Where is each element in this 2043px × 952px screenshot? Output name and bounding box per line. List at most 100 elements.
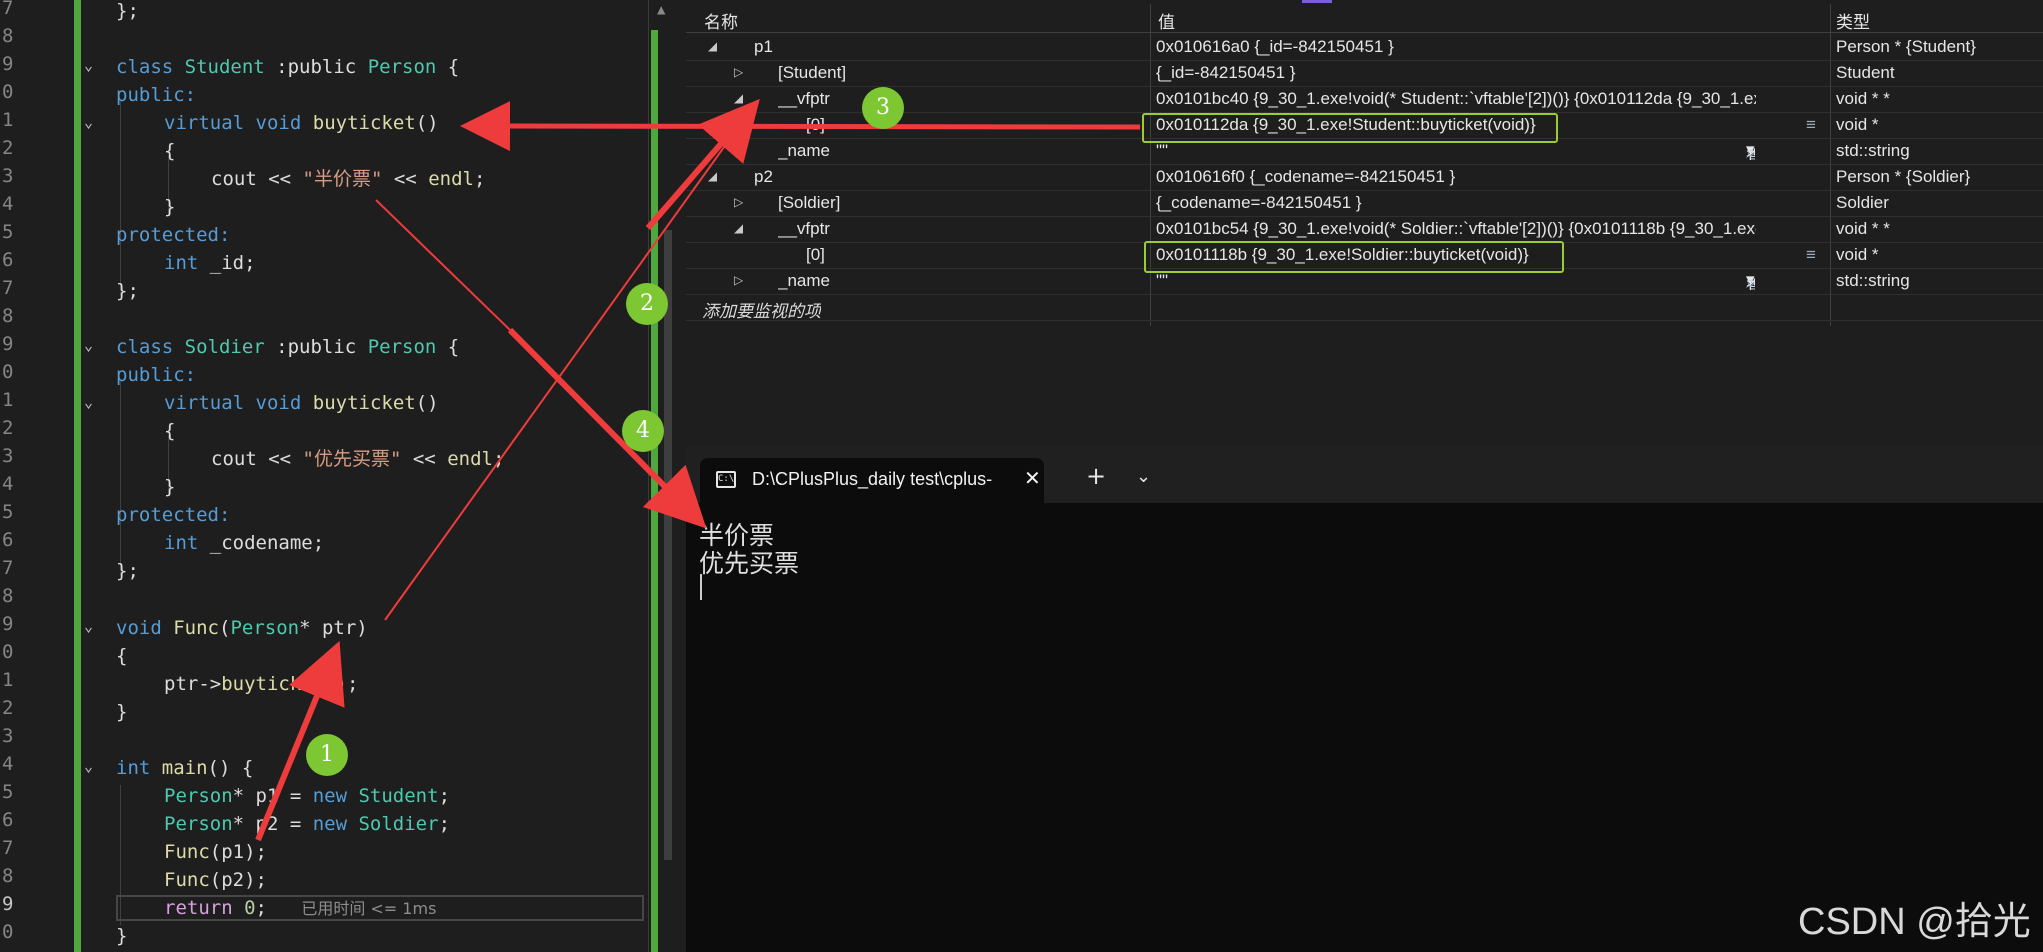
watch-row-value[interactable]: 0x010616f0 {_codename=-842150451 } — [1156, 167, 1756, 187]
watch-window[interactable]: 名称 值 类型 ◢ p1 0x010616a0 {_id=-842150451 … — [686, 0, 2043, 440]
watch-row-type: void * * — [1836, 89, 1890, 108]
watch-row-value[interactable]: 0x010616a0 {_id=-842150451 } — [1156, 37, 1756, 57]
watch-row-type: Person * {Soldier} — [1836, 167, 1971, 186]
view-button[interactable]: ⌕查看 ▾ — [1746, 140, 1755, 160]
fold-chevron-icon[interactable]: ⌄ — [84, 56, 93, 74]
terminal-window[interactable]: C:\ D:\CPlusPlus_daily test\cplus- ✕ + ⌄… — [686, 446, 2043, 952]
watch-header: 名称 值 类型 — [686, 4, 2043, 33]
code-line: } — [116, 925, 128, 947]
watch-row-value[interactable]: "" — [1156, 271, 1756, 291]
watch-row-name: [0] — [806, 245, 825, 264]
watch-row-name: [Soldier] — [778, 193, 841, 212]
watch-row-p2[interactable]: ◢ p2 0x010616f0 {_codename=-842150451 } … — [686, 164, 2043, 191]
line-number: 9 — [2, 53, 14, 75]
code-line-soldier-buyticket: virtual void buyticket() — [164, 392, 439, 414]
annotation-badge-3: 3 — [862, 87, 904, 129]
watch-add-row[interactable]: 添加要监视的项 — [686, 294, 2043, 321]
line-number: 7 — [2, 0, 14, 19]
collapse-arrow-icon[interactable]: ◢ — [734, 91, 743, 105]
line-number: 1 — [2, 389, 14, 411]
collapse-arrow-icon[interactable]: ◢ — [708, 39, 717, 53]
code-line-cout-soldier: cout << "优先买票" << endl; — [211, 448, 505, 470]
fold-chevron-icon[interactable]: ⌄ — [84, 336, 93, 354]
line-number: 6 — [2, 249, 14, 271]
column-header-value[interactable]: 值 — [1158, 8, 1175, 33]
watch-row-type: void * * — [1836, 219, 1890, 238]
watch-row-value[interactable]: 0x0101bc54 {9_30_1.exe!void(* Soldier::`… — [1156, 219, 1756, 239]
line-number: 4 — [2, 473, 14, 495]
add-watch-item[interactable]: 添加要监视的项 — [702, 297, 821, 322]
line-number: 7 — [2, 837, 14, 859]
watch-row-type: Student — [1836, 63, 1895, 82]
code-line-return: return 0; 已用时间 <= 1ms — [164, 897, 437, 919]
collapse-arrow-icon[interactable]: ◢ — [734, 221, 743, 235]
chevron-down-icon[interactable]: ⌄ — [1136, 466, 1151, 487]
code-line-student-buyticket: virtual void buyticket() — [164, 112, 439, 134]
scrollbar-thumb[interactable] — [664, 230, 672, 860]
watch-row-name-student[interactable]: ▷ _name "" ⌕查看 ▾ std::string — [686, 138, 2043, 165]
watch-row-name: p1 — [754, 37, 773, 56]
line-number: 2 — [2, 137, 14, 159]
watch-row-value[interactable]: "" — [1156, 141, 1756, 161]
line-number: 8 — [2, 25, 14, 47]
code-editor[interactable]: 7 8 9 0 1 2 3 4 5 6 7 8 9 0 1 2 3 4 5 6 7 8 9 0 1 2 3 4 5 6 7 8 9 0 ⌄ ⌄ ⌄… — [0, 0, 648, 952]
indent-guide — [120, 380, 121, 575]
code-line: protected: — [116, 224, 231, 246]
change-indicator-bar — [74, 0, 81, 952]
line-number: 5 — [2, 221, 14, 243]
code-line-func-call: ptr->buyticket(); — [164, 673, 359, 695]
line-number: 4 — [2, 193, 14, 215]
column-header-name[interactable]: 名称 — [704, 8, 738, 33]
watch-row-type: std::string — [1836, 141, 1910, 160]
code-line: }; — [116, 560, 139, 582]
watch-row-name: [0] — [806, 115, 825, 134]
annotation-badge-2: 2 — [626, 283, 668, 325]
line-number: 4 — [2, 753, 14, 775]
line-number: 8 — [2, 865, 14, 887]
fold-chevron-icon[interactable]: ⌄ — [84, 393, 93, 411]
fold-chevron-icon[interactable]: ⌄ — [84, 113, 93, 131]
watch-row-p1[interactable]: ◢ p1 0x010616a0 {_id=-842150451 } Person… — [686, 34, 2043, 61]
watch-row-value[interactable]: 0x0101bc40 {9_30_1.exe!void(* Student::`… — [1156, 89, 1756, 109]
watch-row-student[interactable]: ▷ [Student] {_id=-842150451 } Student — [686, 60, 2043, 87]
line-number: 7 — [2, 557, 14, 579]
fold-chevron-icon[interactable]: ⌄ — [84, 617, 93, 635]
terminal-tab[interactable]: C:\ D:\CPlusPlus_daily test\cplus- ✕ — [700, 458, 1044, 503]
expand-arrow-icon[interactable]: ▷ — [734, 65, 743, 79]
expand-arrow-icon[interactable]: ▷ — [734, 143, 743, 157]
format-options-icon[interactable]: ≡ — [1806, 115, 1816, 135]
line-number: 0 — [2, 361, 14, 383]
scroll-up-icon[interactable]: ▲ — [657, 2, 665, 18]
code-line: { — [164, 140, 176, 162]
close-tab-icon[interactable]: ✕ — [1024, 466, 1041, 490]
watch-row-name: p2 — [754, 167, 773, 186]
expand-arrow-icon[interactable]: ▷ — [734, 273, 743, 287]
watch-row-name: _name — [778, 141, 830, 160]
column-header-type[interactable]: 类型 — [1836, 8, 1870, 33]
expand-arrow-icon[interactable]: ▷ — [734, 195, 743, 209]
line-number: 7 — [2, 277, 14, 299]
watch-row-soldier[interactable]: ▷ [Soldier] {_codename=-842150451 } Sold… — [686, 190, 2043, 217]
watch-row-vfptr-soldier[interactable]: ◢ __vfptr 0x0101bc54 {9_30_1.exe!void(* … — [686, 216, 2043, 243]
watch-row-name-soldier[interactable]: ▷ _name "" ⌕查看 ▾ std::string — [686, 268, 2043, 295]
fold-chevron-icon[interactable]: ⌄ — [84, 757, 93, 775]
code-line-p2: Person* p2 = new Soldier; — [164, 813, 451, 835]
line-number: 0 — [2, 81, 14, 103]
tab-indicator — [1302, 0, 1332, 3]
format-options-icon[interactable]: ≡ — [1806, 245, 1816, 265]
watch-row-name: __vfptr — [778, 219, 830, 238]
line-number: 8 — [2, 305, 14, 327]
line-number: 2 — [2, 697, 14, 719]
watch-row-type: Person * {Student} — [1836, 37, 1976, 56]
line-number: 2 — [2, 417, 14, 439]
line-number: 5 — [2, 781, 14, 803]
view-button[interactable]: ⌕查看 ▾ — [1746, 270, 1755, 290]
collapse-arrow-icon[interactable]: ◢ — [708, 169, 717, 183]
code-line-main: int main() { — [116, 757, 254, 779]
line-number: 5 — [2, 501, 14, 523]
watch-row-value[interactable]: {_id=-842150451 } — [1156, 63, 1756, 83]
line-number: 6 — [2, 809, 14, 831]
new-tab-icon[interactable]: + — [1086, 462, 1106, 490]
watch-row-value[interactable]: {_codename=-842150451 } — [1156, 193, 1756, 213]
line-number: 9 — [2, 893, 14, 915]
